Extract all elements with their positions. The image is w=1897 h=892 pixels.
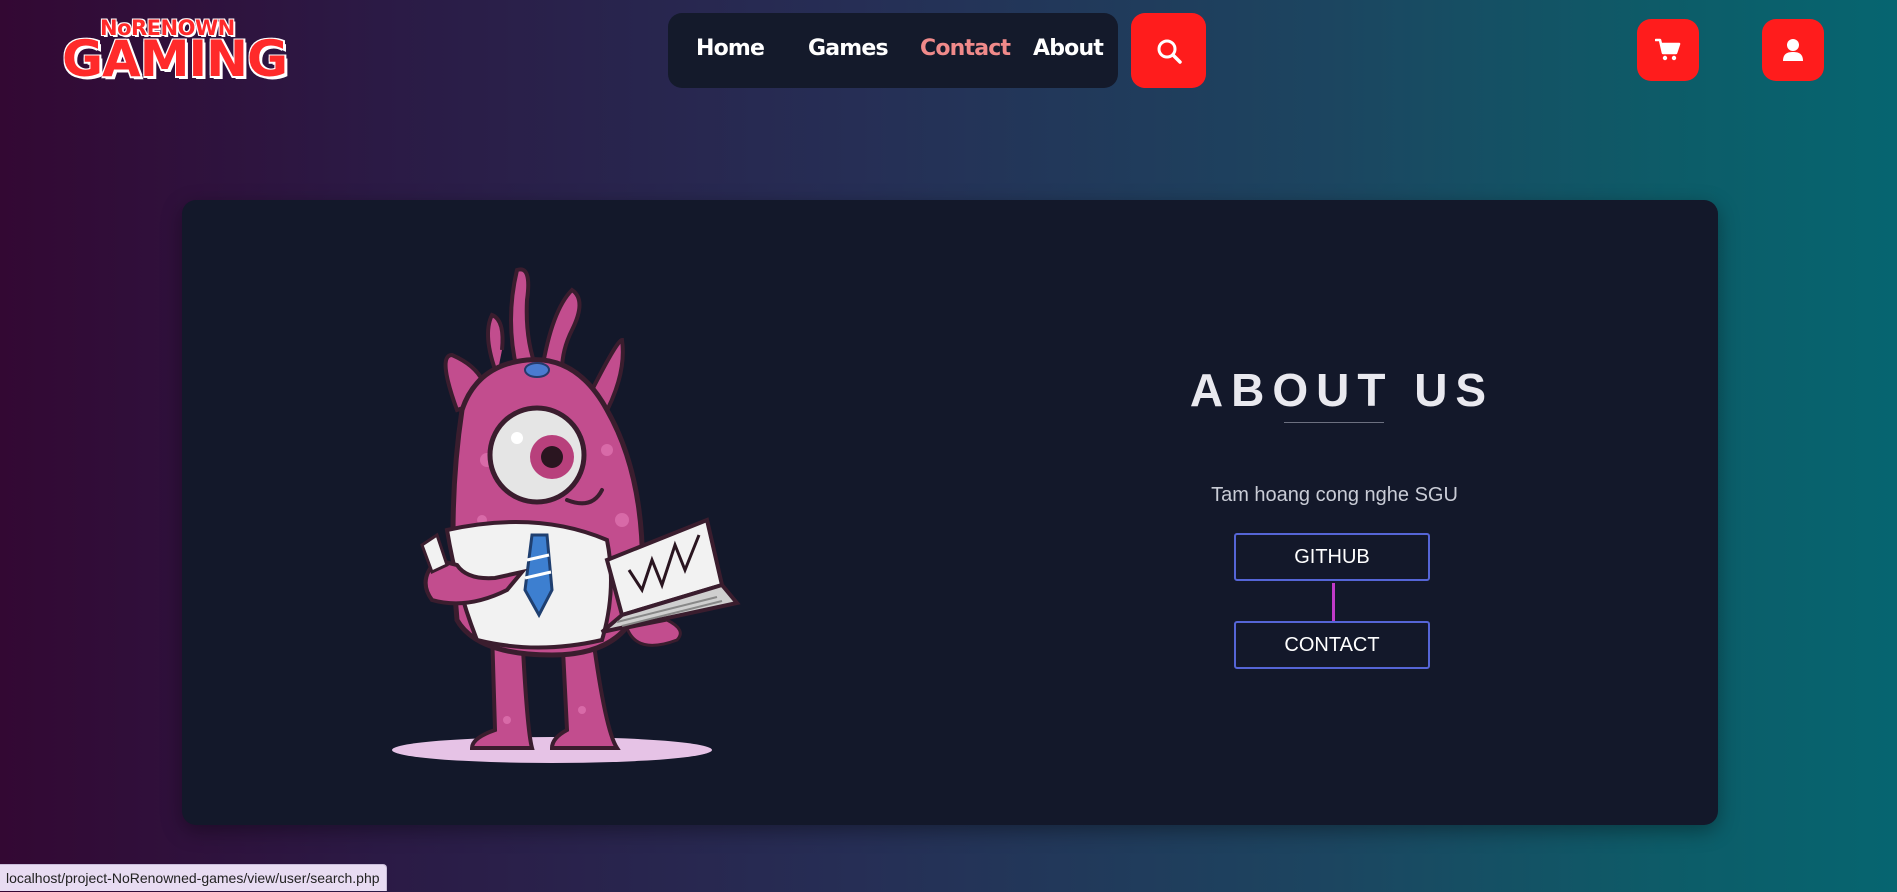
button-connector <box>1332 583 1335 621</box>
contact-button[interactable]: CONTACT <box>1234 621 1430 669</box>
user-button[interactable] <box>1762 19 1824 81</box>
user-icon <box>1783 39 1803 61</box>
browser-status-url: localhost/project-NoRenowned-games/view/… <box>0 864 387 891</box>
cart-button[interactable] <box>1637 19 1699 81</box>
about-tagline: Tam hoang cong nghe SGU <box>1211 484 1458 506</box>
nav-item-games[interactable]: Games <box>808 36 889 61</box>
search-icon <box>1157 39 1182 64</box>
about-card: ABOUT US Tam hoang cong nghe SGU GITHUB … <box>182 200 1718 825</box>
search-button[interactable] <box>1131 13 1206 88</box>
page-title: ABOUT US <box>1189 363 1495 416</box>
mascot-illustration <box>392 267 741 763</box>
nav-item-about[interactable]: About <box>1033 36 1104 61</box>
nav-item-home[interactable]: Home <box>696 36 765 61</box>
main-nav: Home Games Contact About <box>668 13 1118 88</box>
nav-item-contact[interactable]: Contact <box>920 36 1011 61</box>
brand-logo[interactable]: NoRENOWN GAMING <box>62 16 288 88</box>
cart-icon <box>1655 38 1681 61</box>
brand-logo-main-text: GAMING <box>62 30 288 88</box>
github-button[interactable]: GITHUB <box>1234 533 1430 581</box>
title-divider <box>1284 422 1384 423</box>
